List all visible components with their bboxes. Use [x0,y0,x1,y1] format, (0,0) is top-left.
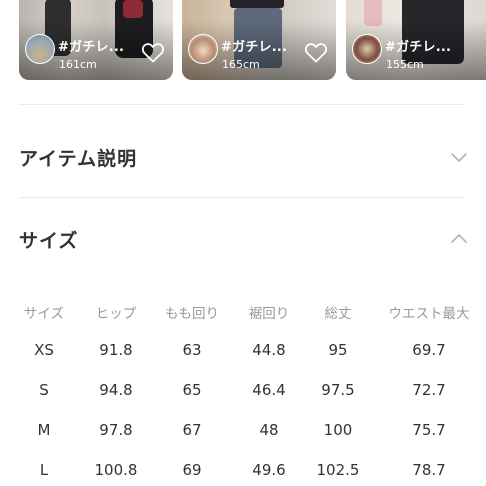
coordinate-title: #ガチレ... [221,40,288,55]
item-description-title: アイテム説明 [19,147,138,170]
size-accordion[interactable]: サイズ [19,219,469,259]
divider [19,104,464,105]
heart-outline-icon[interactable] [141,41,165,63]
table-cell: 102.5 [316,461,360,479]
table-cell: 97.5 [321,381,355,399]
coordinate-card[interactable]: #ガチレ... 165cm [182,0,336,80]
column-header: サイズ [23,306,65,322]
column-header: ウエスト最大 [388,306,470,322]
table-cell: 63 [182,341,202,359]
table-row: XS 91.8 63 44.8 95 69.7 [0,330,486,370]
avatar[interactable] [352,34,382,64]
size-table: サイズ ヒップ もも回り 裾回り 総丈 ウエスト最大 XS 91.8 63 44… [0,294,486,486]
chevron-down-icon[interactable] [449,147,469,167]
avatar[interactable] [188,34,218,64]
table-cell: 67 [182,421,202,439]
table-cell: 95 [328,341,348,359]
coordinate-height: 165cm [222,58,260,71]
avatar[interactable] [25,34,55,64]
coordinate-card[interactable]: #ガチレ... 155cm [346,0,486,80]
column-header: 総丈 [324,306,352,322]
table-cell: XS [34,341,54,359]
table-cell: 46.4 [252,381,286,399]
column-header: もも回り [165,306,219,322]
coordinate-height: 155cm [386,58,424,71]
table-row: L 100.8 69 49.6 102.5 78.7 [0,450,486,486]
table-cell: 48 [259,421,279,439]
heart-outline-icon[interactable] [304,41,328,63]
coordinate-carousel[interactable]: #ガチレ... 161cm #ガチレ... 165cm #ガチレ... 155c… [0,0,486,80]
table-cell: 72.7 [412,381,446,399]
table-row: S 94.8 65 46.4 97.5 72.7 [0,370,486,410]
table-header-row: サイズ ヒップ もも回り 裾回り 総丈 ウエスト最大 [0,294,486,330]
chevron-up-icon[interactable] [449,229,469,249]
coordinate-title: #ガチレ... [58,40,125,55]
table-cell: 69 [182,461,202,479]
product-detail-page: #ガチレ... 161cm #ガチレ... 165cm #ガチレ... 155c… [0,0,486,486]
coordinate-card[interactable]: #ガチレ... 161cm [19,0,173,80]
divider [19,197,464,198]
table-cell: 91.8 [99,341,133,359]
table-cell: 94.8 [99,381,133,399]
table-cell: M [37,421,51,439]
item-description-accordion[interactable]: アイテム説明 [19,137,469,177]
size-title: サイズ [19,229,79,252]
table-cell: 100.8 [94,461,138,479]
table-cell: 75.7 [412,421,446,439]
table-cell: 44.8 [252,341,286,359]
table-row: M 97.8 67 48 100 75.7 [0,410,486,450]
table-cell: 78.7 [412,461,446,479]
column-header: ヒップ [95,306,137,322]
table-cell: 69.7 [412,341,446,359]
table-cell: S [39,381,49,399]
column-header: 裾回り [248,306,290,322]
coordinate-title: #ガチレ... [385,40,452,55]
table-cell: 97.8 [99,421,133,439]
table-cell: 100 [323,421,353,439]
table-cell: L [39,461,49,479]
table-cell: 49.6 [252,461,286,479]
table-cell: 65 [182,381,202,399]
coordinate-height: 161cm [59,58,97,71]
